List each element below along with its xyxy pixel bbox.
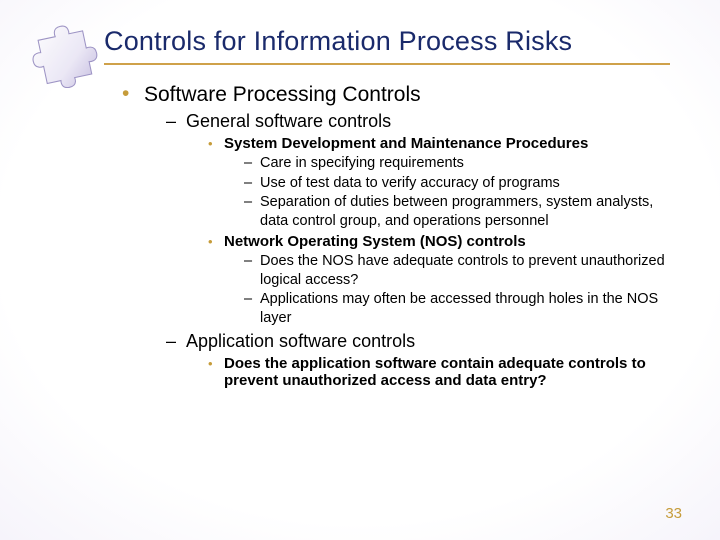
bullet-text: Application software controls [186, 331, 415, 351]
list-item: Software Processing Controls General sof… [122, 83, 670, 389]
list-item: Does the NOS have adequate controls to p… [244, 252, 670, 289]
list-item: System Development and Maintenance Proce… [208, 135, 670, 230]
list-item: Care in specifying requirements [244, 154, 670, 173]
bullet-text: Applications may often be accessed throu… [260, 291, 658, 326]
bullet-text: Does the application software contain ad… [224, 355, 646, 389]
bullet-text: General software controls [186, 111, 391, 131]
list-item: Network Operating System (NOS) controls … [208, 233, 670, 327]
bullet-text: Network Operating System (NOS) controls [224, 233, 526, 250]
page-number: 33 [665, 505, 682, 522]
bullet-text: System Development and Maintenance Proce… [224, 135, 588, 152]
list-item: Does the application software contain ad… [208, 355, 670, 389]
bullet-list: Software Processing Controls General sof… [110, 83, 670, 389]
bullet-text: Does the NOS have adequate controls to p… [260, 253, 665, 288]
slide: Controls for Information Process Risks S… [0, 0, 720, 540]
list-item: Separation of duties between programmers… [244, 193, 670, 230]
list-item: Use of test data to verify accuracy of p… [244, 174, 670, 193]
bullet-text: Care in specifying requirements [260, 155, 464, 171]
bullet-text: Separation of duties between programmers… [260, 194, 653, 229]
list-item: Applications may often be accessed throu… [244, 290, 670, 327]
bullet-text: Use of test data to verify accuracy of p… [260, 175, 560, 191]
list-item: General software controls System Develop… [166, 111, 670, 327]
list-item: Application software controls Does the a… [166, 331, 670, 389]
page-title: Controls for Information Process Risks [104, 26, 670, 65]
bullet-text: Software Processing Controls [144, 83, 421, 106]
